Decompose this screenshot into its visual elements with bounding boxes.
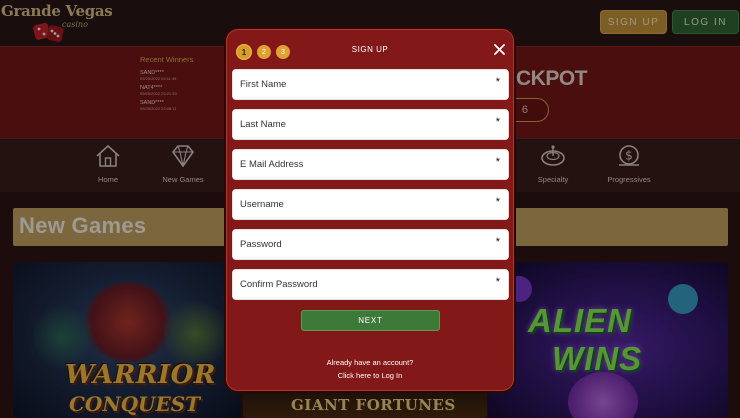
required-marker: *	[495, 116, 500, 128]
modal-title: SIGN UP	[351, 45, 389, 54]
username-field: *	[232, 189, 509, 220]
confirm-password-input[interactable]	[233, 270, 508, 299]
login-link[interactable]: Click here to Log In	[226, 371, 514, 380]
required-marker: *	[495, 196, 500, 208]
first-name-input[interactable]	[233, 70, 508, 99]
already-have-account-text: Already have an account?	[326, 358, 414, 367]
required-marker: *	[495, 276, 500, 288]
next-button[interactable]: NEXT	[301, 310, 440, 331]
first-name-field: *	[232, 69, 509, 100]
password-field: *	[232, 229, 509, 260]
required-marker: *	[495, 156, 500, 168]
required-marker: *	[495, 236, 500, 248]
confirm-password-field: *	[232, 269, 509, 300]
username-input[interactable]	[233, 190, 508, 219]
last-name-field: *	[232, 109, 509, 140]
required-marker: *	[495, 76, 500, 88]
close-icon	[493, 43, 505, 55]
close-button[interactable]	[490, 40, 508, 58]
password-input[interactable]	[233, 230, 508, 259]
last-name-input[interactable]	[233, 110, 508, 139]
signup-modal: 1 2 3 SIGN UP * * * * * * NEXT Already h…	[224, 27, 516, 393]
email-input[interactable]	[233, 150, 508, 179]
email-field: *	[232, 149, 509, 180]
